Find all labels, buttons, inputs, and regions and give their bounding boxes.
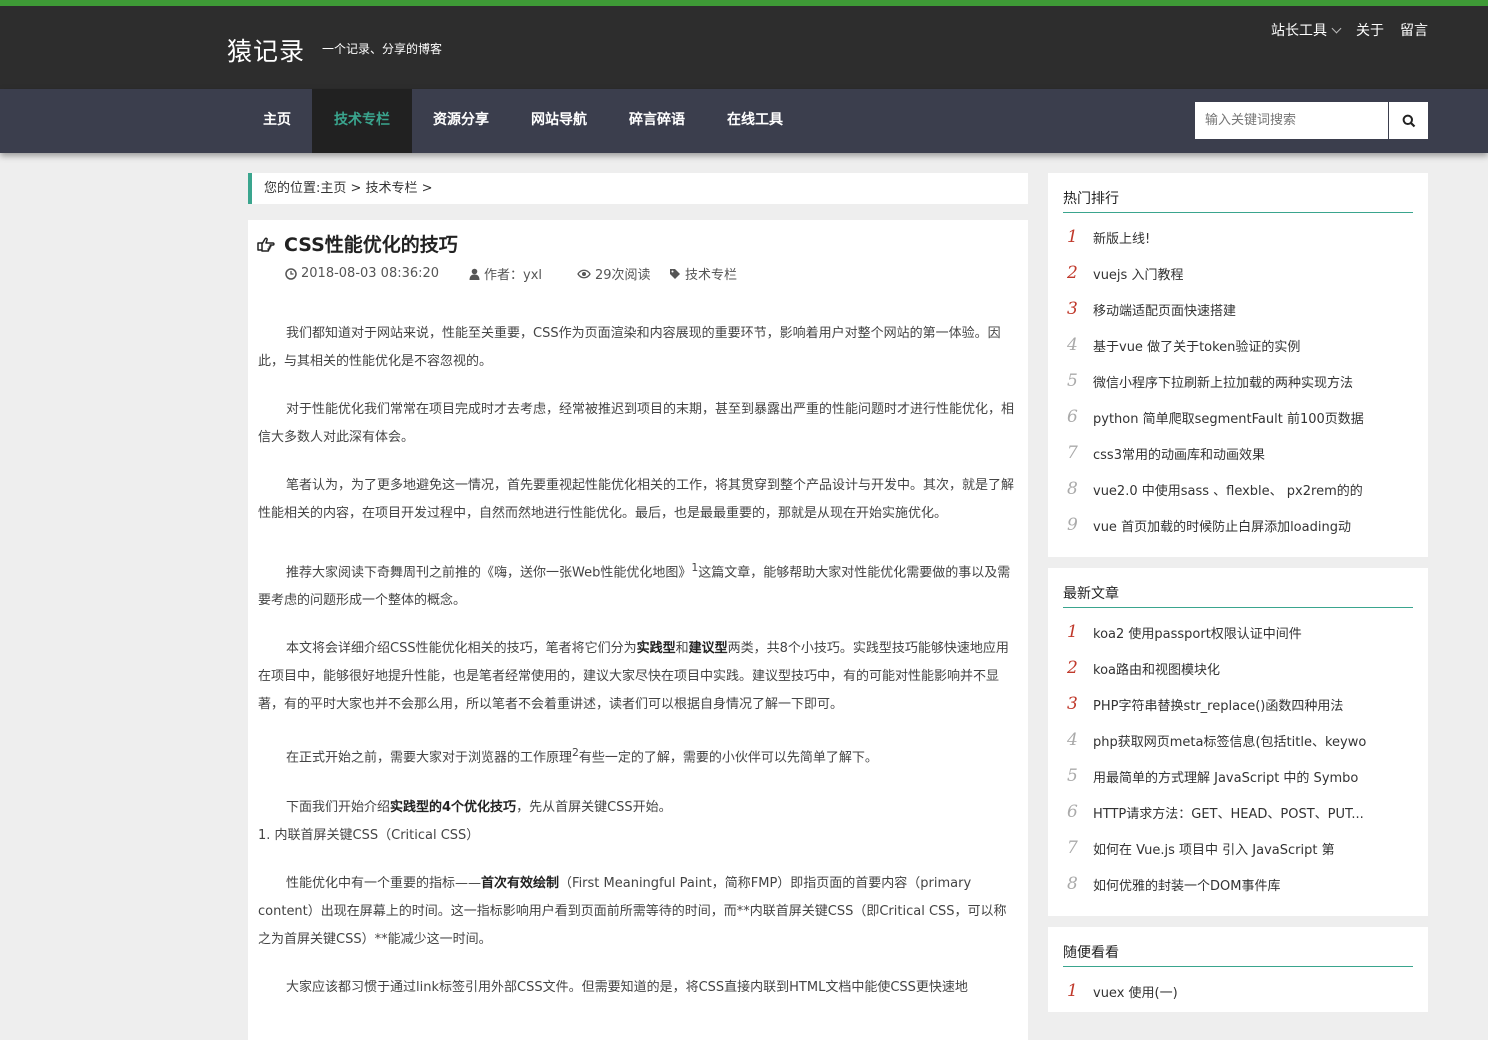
search-box — [1195, 102, 1428, 139]
paragraph: 在正式开始之前，需要大家对于浏览器的工作原理2有些一定的了解，需要的小伙伴可以先… — [286, 746, 878, 766]
list-item[interactable]: 6 HTTP请求方法：GET、HEAD、POST、PUT... — [1063, 794, 1413, 830]
article-author: 作者：yxl — [469, 264, 577, 283]
article-content: 我们都知道对于网站来说，性能至关重要，CSS作为页面渲染和内容展现的重要环节，影… — [258, 320, 1016, 1022]
list-item[interactable]: 3 PHP字符串替换str_replace()函数四种用法 — [1063, 686, 1413, 722]
list-item[interactable]: 2 koa路由和视图模块化 — [1063, 650, 1413, 686]
random-list: 1 vuex 使用(一) — [1048, 967, 1428, 1009]
paragraph: 性能优化中有一个重要的指标——首次有效绘制（First Meaningful P… — [258, 875, 1007, 947]
article-title: CSS性能优化的技巧 — [256, 230, 458, 257]
hot-panel: 热门排行 1 新版上线! 2 vuejs 入门教程 3 移动端适配页面快速搭建 4 基于… — [1048, 173, 1428, 557]
list-item[interactable]: 7 如何在 Vue.js 项目中 引入 JavaScript 第 — [1063, 830, 1413, 866]
main-column: 您的位置:主页 > 技术专栏 > CSS性能优化的技巧 2018-08-03 0… — [248, 173, 1028, 1040]
section-heading: 1. 内联首屏关键CSS（Critical CSS） — [258, 827, 480, 843]
main-nav: 主页 技术专栏 资源分享 网站导航 碎言碎语 在线工具 — [0, 89, 1488, 153]
hand-pointer-icon — [257, 237, 275, 252]
paragraph: 笔者认为，为了更多地避免这一情况，首先要重视起性能优化相关的工作，将其贯穿到整个… — [258, 478, 1015, 521]
article-views: 29次阅读 — [577, 264, 669, 283]
latest-panel: 最新文章 1 koa2 使用passport权限认证中间件 2 koa路由和视图模块… — [1048, 568, 1428, 916]
tools-menu[interactable]: 站长工具 — [1271, 20, 1342, 40]
site-header: 猿记录 一个记录、分享的博客 站长工具 关于 留言 — [0, 6, 1488, 89]
list-item[interactable]: 7 css3常用的动画库和动画效果 — [1063, 435, 1413, 471]
latest-list: 1 koa2 使用passport权限认证中间件 2 koa路由和视图模块化 3 PH… — [1048, 608, 1428, 902]
site-title[interactable]: 猿记录 — [227, 32, 305, 68]
nav-item-tech[interactable]: 技术专栏 — [312, 89, 412, 153]
search-button[interactable] — [1389, 102, 1428, 139]
nav-item-resources[interactable]: 资源分享 — [412, 89, 510, 153]
list-item[interactable]: 9 vue 首页加载的时候防止白屏添加loading动 — [1063, 507, 1413, 543]
article: CSS性能优化的技巧 2018-08-03 08:36:20 作者：yxl 29… — [248, 220, 1028, 1040]
list-item[interactable]: 2 vuejs 入门教程 — [1063, 255, 1413, 291]
site-subtitle: 一个记录、分享的博客 — [322, 42, 443, 56]
message-link[interactable]: 留言 — [1400, 20, 1428, 40]
nav-item-tools[interactable]: 在线工具 — [706, 89, 804, 153]
latest-panel-title: 最新文章 — [1063, 568, 1413, 608]
paragraph: 我们都知道对于网站来说，性能至关重要，CSS作为页面渲染和内容展现的重要环节，影… — [258, 326, 1001, 369]
article-views-text: 29次阅读 — [595, 268, 651, 283]
nav-item-sites[interactable]: 网站导航 — [510, 89, 608, 153]
article-category[interactable]: 技术专栏 — [669, 264, 737, 283]
breadcrumb: 您的位置:主页 > 技术专栏 > — [248, 173, 1028, 204]
list-item[interactable]: 8 vue2.0 中使用sass 、flexble、 px2rem的的 — [1063, 471, 1413, 507]
footnote-ref[interactable]: 2 — [572, 746, 579, 759]
article-date: 2018-08-03 08:36:20 — [285, 264, 469, 283]
tools-menu-label: 站长工具 — [1271, 23, 1327, 39]
nav-item-notes[interactable]: 碎言碎语 — [608, 89, 706, 153]
article-meta: 2018-08-03 08:36:20 作者：yxl 29次阅读 技术专栏 — [285, 264, 737, 283]
hot-panel-title: 热门排行 — [1063, 173, 1413, 213]
clock-icon — [285, 267, 297, 280]
list-item[interactable]: 1 vuex 使用(一) — [1063, 973, 1413, 1009]
paragraph: 下面我们开始介绍实践型的4个优化技巧，先从首屏关键CSS开始。 — [286, 799, 672, 815]
random-panel-title: 随便看看 — [1063, 927, 1413, 967]
list-item[interactable]: 1 新版上线! — [1063, 219, 1413, 255]
list-item[interactable]: 5 微信小程序下拉刷新上拉加载的两种实现方法 — [1063, 363, 1413, 399]
eye-icon — [577, 269, 591, 278]
paragraph: 大家应该都习惯于通过link标签引用外部CSS文件。但需要知道的是，将CSS直接… — [286, 979, 968, 995]
paragraph: 本文将会详细介绍CSS性能优化相关的技巧，笔者将它们分为实践型和建议型两类，共8… — [258, 641, 1009, 713]
list-item[interactable]: 6 python 简单爬取segmentFault 前100页数据 — [1063, 399, 1413, 435]
list-item[interactable]: 1 koa2 使用passport权限认证中间件 — [1063, 614, 1413, 650]
chevron-down-icon — [1331, 23, 1342, 34]
article-title-text: CSS性能优化的技巧 — [284, 234, 458, 256]
list-item[interactable]: 3 移动端适配页面快速搭建 — [1063, 291, 1413, 327]
nav-item-home[interactable]: 主页 — [242, 89, 312, 153]
list-item[interactable]: 4 php获取网页meta标签信息(包括title、keywo — [1063, 722, 1413, 758]
about-link[interactable]: 关于 — [1356, 20, 1384, 40]
random-panel: 随便看看 1 vuex 使用(一) — [1048, 927, 1428, 1012]
paragraph: 推荐大家阅读下奇舞周刊之前推的《嗨，送你一张Web性能优化地图》1这篇文章，能够… — [258, 561, 1011, 609]
tag-icon — [670, 268, 680, 279]
top-links: 站长工具 关于 留言 — [1271, 20, 1428, 40]
article-date-text: 2018-08-03 08:36:20 — [301, 266, 440, 281]
search-input[interactable] — [1195, 102, 1388, 139]
list-item[interactable]: 5 用最简单的方式理解 JavaScript 中的 Symbo — [1063, 758, 1413, 794]
article-author-text: 作者：yxl — [484, 268, 542, 283]
user-icon — [469, 268, 480, 280]
paragraph: 对于性能优化我们常常在项目完成时才去考虑，经常被推迟到项目的末期，甚至到暴露出严… — [258, 402, 1015, 445]
hot-list: 1 新版上线! 2 vuejs 入门教程 3 移动端适配页面快速搭建 4 基于vue 做… — [1048, 213, 1428, 543]
list-item[interactable]: 8 如何优雅的封装一个DOM事件库 — [1063, 866, 1413, 902]
list-item[interactable]: 4 基于vue 做了关于token验证的实例 — [1063, 327, 1413, 363]
search-icon — [1402, 114, 1415, 127]
article-category-text: 技术专栏 — [685, 268, 738, 283]
